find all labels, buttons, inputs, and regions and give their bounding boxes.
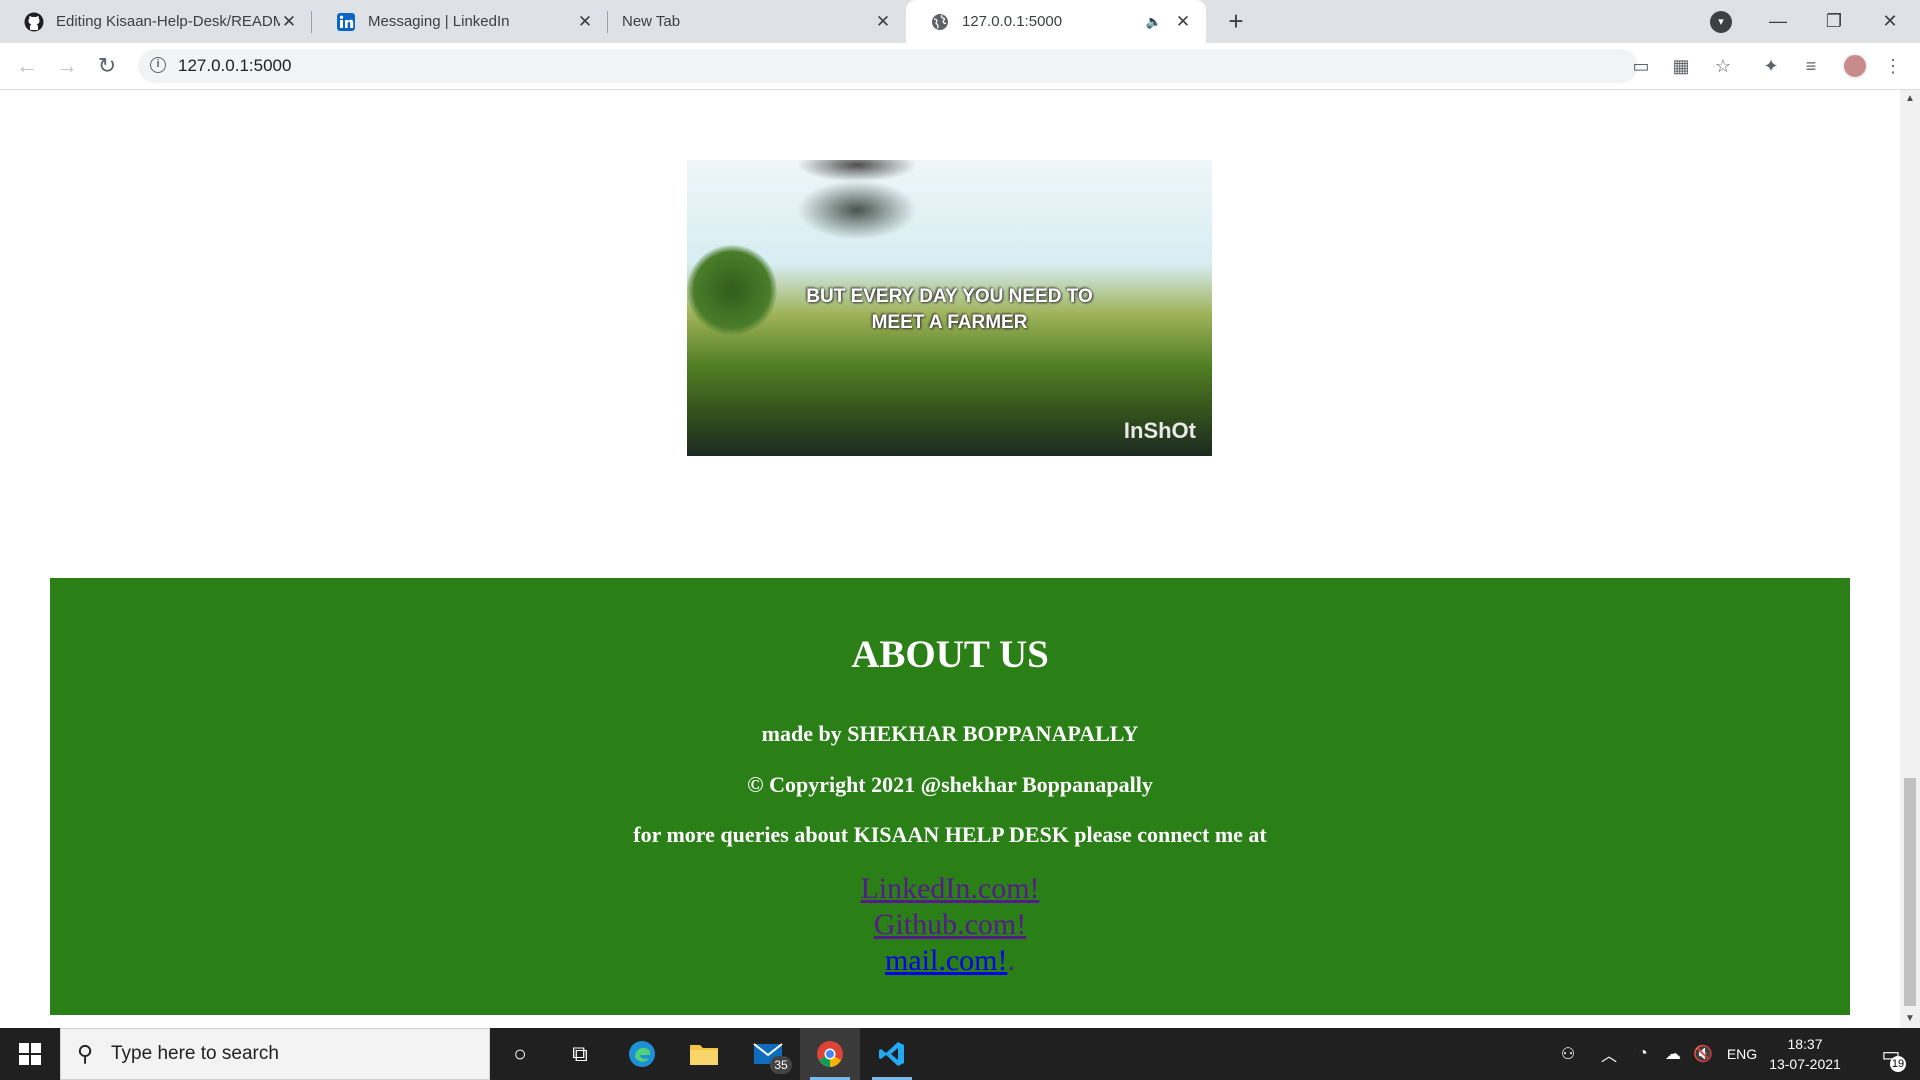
chrome-icon[interactable]: [800, 1028, 860, 1080]
profile-avatar[interactable]: [1842, 53, 1868, 79]
close-tab-icon[interactable]: ✕: [576, 12, 594, 31]
clock-time: 18:37: [1787, 1036, 1823, 1052]
queries-text: for more queries about KISAAN HELP DESK …: [633, 822, 1267, 847]
trailing-dot: .: [1007, 944, 1015, 977]
made-by-text: made by SHEKHAR BOPPANAPALLY: [761, 721, 1139, 746]
farmer-video[interactable]: BUT EVERY DAY YOU NEED TO MEET A FARMER …: [687, 160, 1212, 456]
page-scrollbar[interactable]: ▲ ▼: [1900, 90, 1920, 1028]
restore-icon[interactable]: ❐: [1806, 0, 1862, 43]
search-icon: ⚲: [77, 1041, 94, 1066]
video-caption: BUT EVERY DAY YOU NEED TO MEET A FARMER: [806, 286, 1093, 333]
scrollbar-thumb[interactable]: [1904, 778, 1916, 1006]
search-placeholder: Type here to search: [111, 1043, 279, 1064]
tab-title: Editing Kisaan-Help-Desk/READM: [56, 13, 280, 30]
mail-icon[interactable]: 35: [738, 1028, 798, 1080]
screen: Editing Kisaan-Help-Desk/READM ✕ Messagi…: [0, 0, 1920, 1080]
page-viewport: BUT EVERY DAY YOU NEED TO MEET A FARMER …: [0, 90, 1900, 1028]
scroll-down-icon[interactable]: ▼: [1900, 1010, 1920, 1028]
linkedin-icon: [336, 12, 356, 32]
taskbar-search-box[interactable]: ⚲ Type here to search: [60, 1028, 490, 1080]
browser-tabstrip: Editing Kisaan-Help-Desk/READM ✕ Messagi…: [0, 0, 1920, 43]
video-leaves: [797, 180, 917, 240]
people-icon[interactable]: ⚇: [1550, 1028, 1586, 1080]
back-icon[interactable]: ←: [12, 51, 42, 81]
forward-icon[interactable]: →: [52, 51, 82, 81]
about-heading: ABOUT US: [851, 633, 1049, 676]
linkedin-link-row: LinkedIn.com!: [50, 872, 1850, 906]
address-bar[interactable]: i 127.0.0.1:5000: [138, 49, 1638, 83]
wifi-icon[interactable]: ◔: [1628, 1028, 1658, 1080]
scroll-up-icon[interactable]: ▲: [1900, 90, 1920, 108]
vscode-icon[interactable]: [862, 1028, 922, 1080]
volume-muted-icon[interactable]: 🔇: [1688, 1028, 1718, 1080]
cast-icon[interactable]: ▭: [1628, 53, 1654, 79]
bookmark-star-icon[interactable]: ☆: [1710, 53, 1736, 79]
tab-linkedin[interactable]: Messaging | LinkedIn ✕: [312, 0, 608, 43]
windows-start-icon[interactable]: [0, 1028, 60, 1080]
github-link-row: Github.com!: [50, 908, 1850, 942]
close-tab-icon[interactable]: ✕: [280, 12, 298, 31]
file-explorer-icon[interactable]: [674, 1028, 734, 1080]
github-icon: [24, 12, 44, 32]
tab-github[interactable]: Editing Kisaan-Help-Desk/READM ✕: [0, 0, 312, 43]
task-view-icon[interactable]: ⧉: [550, 1028, 610, 1080]
close-tab-icon[interactable]: ✕: [1174, 12, 1192, 31]
github-link[interactable]: Github.com!: [874, 908, 1026, 941]
taskbar-clock[interactable]: 18:37 13-07-2021: [1762, 1034, 1848, 1074]
tab-title: 127.0.0.1:5000: [962, 13, 1063, 30]
video-blur: [797, 160, 917, 182]
reload-icon[interactable]: ↻: [92, 51, 122, 81]
clock-date: 13-07-2021: [1769, 1056, 1841, 1072]
browser-toolbar: ← → ↻ i 127.0.0.1:5000 ▭ ▦ ☆ ✦ ≡ ⋮: [0, 43, 1920, 90]
tab-title: New Tab: [622, 13, 681, 30]
tab-new-tab[interactable]: New Tab ✕: [608, 0, 906, 43]
media-control-icon[interactable]: ≡: [1798, 53, 1824, 79]
globe-icon: [930, 12, 950, 32]
menu-kebab-icon[interactable]: ⋮: [1880, 53, 1906, 79]
close-tab-icon[interactable]: ✕: [874, 12, 892, 31]
edge-icon[interactable]: [612, 1028, 672, 1080]
window-close-icon[interactable]: ✕: [1862, 0, 1918, 43]
onedrive-icon[interactable]: ☁: [1658, 1028, 1688, 1080]
cortana-icon[interactable]: ○: [490, 1028, 550, 1080]
video-watermark: InShOt: [1123, 418, 1196, 443]
tray-chevron-icon[interactable]: ︿: [1594, 1028, 1624, 1080]
speaker-icon[interactable]: 🔈: [1146, 14, 1162, 30]
minimize-icon[interactable]: —: [1750, 0, 1806, 43]
windows-taskbar: ⚲ Type here to search ○ ⧉ 35 ⚇ ︿ ◔ ☁ 🔇 E…: [0, 1028, 1920, 1080]
language-indicator[interactable]: ENG: [1722, 1028, 1762, 1080]
app-grid-icon[interactable]: ▦: [1668, 53, 1694, 79]
site-info-icon[interactable]: i: [150, 57, 166, 73]
about-us-section: ABOUT US made by SHEKHAR BOPPANAPALLY © …: [50, 578, 1850, 1015]
mail-link-row: mail.com!.: [50, 944, 1850, 978]
notification-center-icon[interactable]: ▭ 19: [1866, 1028, 1916, 1080]
copyright-text: © Copyright 2021 @shekhar Boppanapally: [747, 772, 1153, 797]
tab-localhost[interactable]: 127.0.0.1:5000 🔈 ✕: [906, 0, 1206, 43]
url-text: 127.0.0.1:5000: [178, 56, 292, 75]
tab-title: Messaging | LinkedIn: [368, 13, 510, 30]
mail-badge: 35: [770, 1056, 792, 1074]
extensions-icon[interactable]: ✦: [1758, 53, 1784, 79]
new-tab-button[interactable]: +: [1222, 8, 1250, 36]
linkedin-link[interactable]: LinkedIn.com!: [860, 872, 1039, 905]
tab-search-icon[interactable]: ▾: [1710, 11, 1732, 33]
notification-count: 19: [1890, 1056, 1906, 1072]
mail-link[interactable]: mail.com!: [885, 944, 1007, 977]
